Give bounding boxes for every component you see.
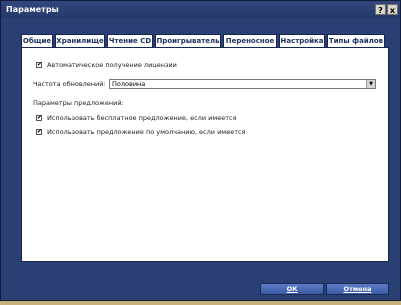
title-bar: Параметры ? x: [1, 1, 400, 18]
cancel-button[interactable]: Отмена: [326, 283, 389, 295]
window-title: Параметры: [6, 5, 59, 14]
tab-strip: Общие Хранилище Чтение CD Проигрыватель …: [1, 34, 400, 50]
default-offer-label: Использовать предложение по умолчанию, е…: [47, 128, 246, 136]
chevron-down-icon[interactable]: ▼: [366, 80, 375, 88]
tab-cd-reading[interactable]: Чтение CD: [107, 34, 153, 48]
tab-general[interactable]: Общие: [21, 34, 53, 48]
free-offer-checkbox[interactable]: ✔: [36, 115, 42, 121]
tab-storage[interactable]: Хранилище: [55, 34, 105, 48]
player-tab-panel: ✔ Автоматическое получение лицензии Част…: [21, 47, 389, 262]
plugins-header: Параметры предложений:: [33, 99, 124, 107]
tab-settings[interactable]: Настройка: [279, 34, 325, 48]
auto-license-checkbox[interactable]: ✔: [36, 62, 42, 68]
ok-button[interactable]: ОК: [260, 283, 324, 295]
update-frequency-value: Половина: [112, 80, 146, 88]
update-frequency-label: Частота обновлений:: [33, 80, 106, 88]
free-offer-label: Использовать бесплатное предложение, есл…: [47, 114, 237, 122]
tab-portable[interactable]: Переносное: [223, 34, 277, 48]
help-button[interactable]: ?: [375, 4, 386, 15]
auto-license-label: Автоматическое получение лицензии: [47, 61, 177, 69]
default-offer-checkbox[interactable]: ✔: [36, 129, 42, 135]
options-dialog: Параметры ? x Общие Хранилище Чтение CD …: [0, 0, 401, 301]
close-button[interactable]: x: [387, 4, 398, 15]
tab-file-types[interactable]: Типы файлов: [327, 34, 385, 48]
update-frequency-select[interactable]: Половина ▼: [109, 79, 376, 89]
